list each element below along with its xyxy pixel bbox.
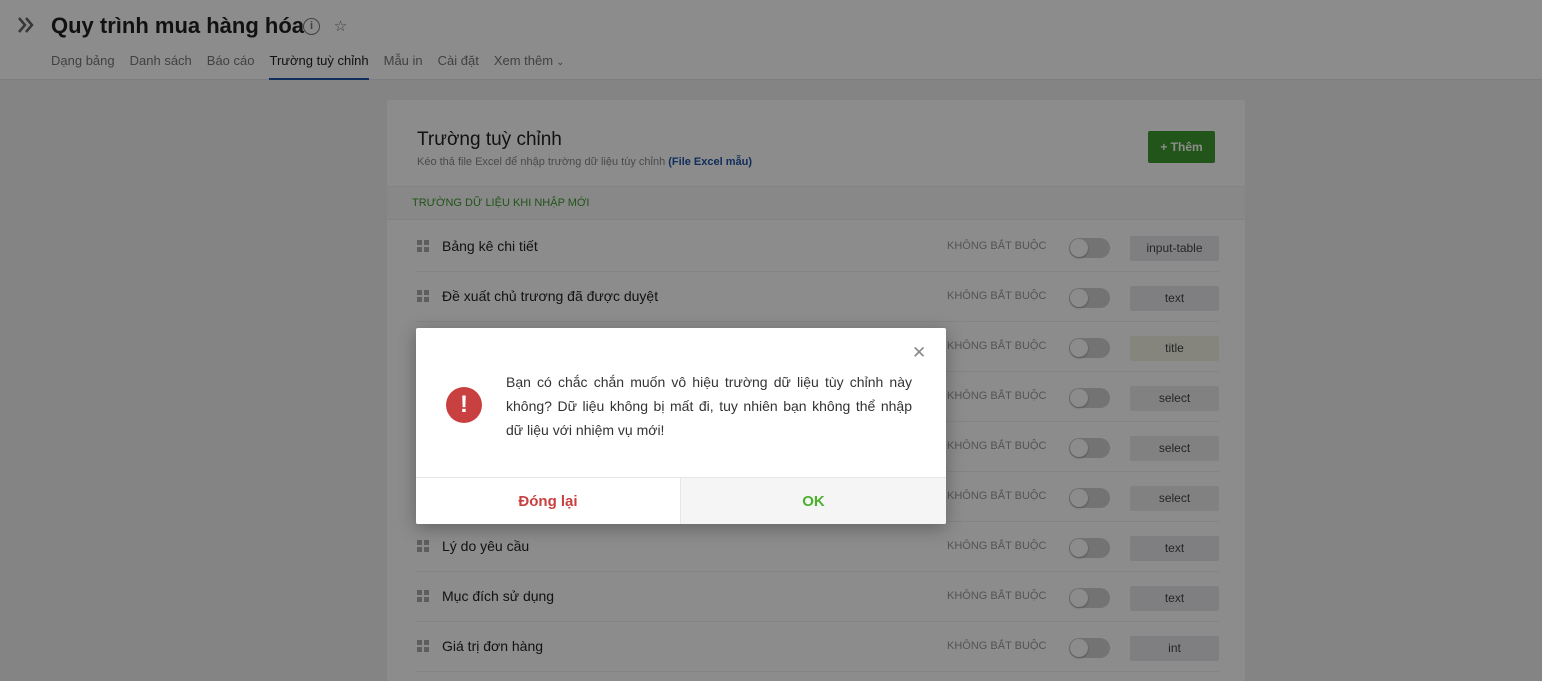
confirm-dialog: ✕ ! Bạn có chắc chắn muốn vô hiệu trường… bbox=[416, 328, 946, 524]
dialog-message: Bạn có chắc chắn muốn vô hiệu trường dữ … bbox=[506, 374, 912, 438]
alert-icon: ! bbox=[446, 387, 482, 423]
close-icon[interactable]: ✕ bbox=[912, 344, 926, 361]
close-dialog-button[interactable]: Đóng lại bbox=[416, 478, 681, 524]
dialog-footer: Đóng lại OK bbox=[416, 477, 946, 524]
ok-button[interactable]: OK bbox=[681, 478, 946, 524]
